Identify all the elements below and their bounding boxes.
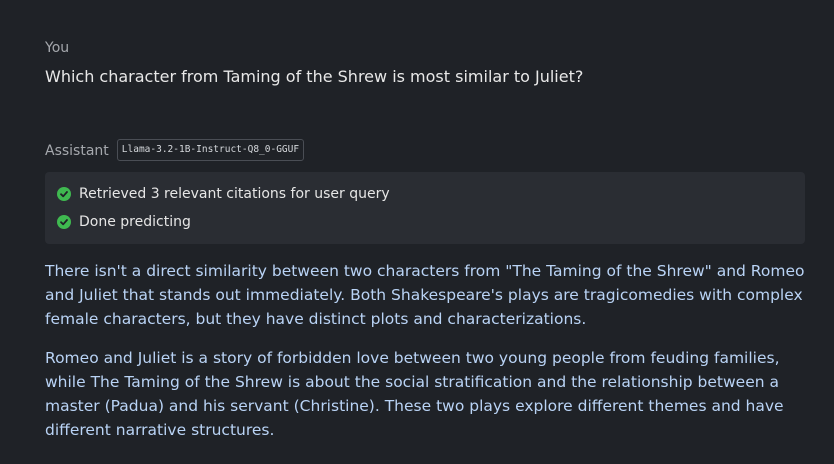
status-item: Retrieved 3 relevant citations for user … [57, 180, 793, 208]
check-circle-icon [57, 215, 71, 229]
status-panel: Retrieved 3 relevant citations for user … [45, 172, 805, 244]
status-item: Done predicting [57, 208, 793, 236]
user-role-label: You [45, 40, 70, 56]
assistant-response: There isn't a direct similarity between … [45, 259, 807, 457]
response-paragraph: There isn't a direct similarity between … [45, 262, 805, 328]
assistant-header: Assistant Llama-3.2-1B-Instruct-Q8_0-GGU… [45, 138, 305, 162]
check-circle-icon [57, 187, 71, 201]
model-badge: Llama-3.2-1B-Instruct-Q8_0-GGUF [116, 139, 305, 161]
status-text: Retrieved 3 relevant citations for user … [79, 186, 390, 202]
user-message: Which character from Taming of the Shrew… [45, 67, 584, 86]
status-text: Done predicting [79, 214, 191, 230]
response-paragraph: Romeo and Juliet is a story of forbidden… [45, 349, 784, 439]
assistant-role-label: Assistant [45, 143, 109, 159]
